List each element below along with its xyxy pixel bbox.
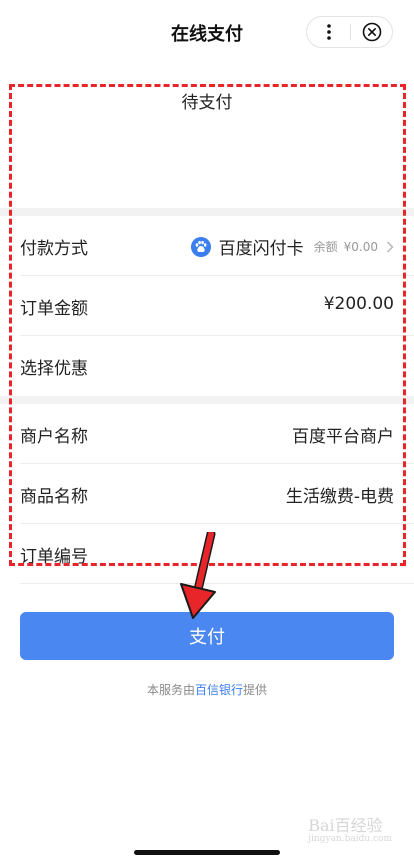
service-note-prefix: 本服务由 bbox=[146, 683, 195, 697]
payment-status-panel: 待支付 bbox=[0, 64, 414, 208]
top-bar: 在线支付 bbox=[0, 0, 414, 64]
baidu-paw-icon bbox=[190, 236, 211, 257]
payment-method-name: 百度闪付卡 bbox=[218, 239, 304, 259]
balance-label: 余额 bbox=[313, 240, 338, 254]
home-indicator[interactable] bbox=[134, 850, 280, 855]
select-discount-label: 选择优惠 bbox=[20, 359, 88, 379]
payment-method-row[interactable]: 付款方式 百度闪付卡 余额 ¥0.00 bbox=[0, 216, 414, 276]
product-name-value: 生活缴费-电费 bbox=[285, 487, 394, 507]
merchant-name-label: 商户名称 bbox=[20, 427, 88, 447]
mini-app-capsule bbox=[306, 16, 393, 48]
merchant-name-row: 商户名称 百度平台商户 bbox=[0, 404, 414, 464]
service-note-suffix: 提供 bbox=[243, 683, 268, 697]
payment-method-selector[interactable]: 百度闪付卡 余额 ¥0.00 bbox=[190, 234, 394, 259]
service-provider-note: 本服务由百信银行提供 bbox=[0, 681, 414, 698]
balance-value: ¥0.00 bbox=[343, 239, 378, 254]
section-separator bbox=[0, 208, 414, 216]
more-vertical-icon[interactable] bbox=[307, 17, 350, 47]
order-number-label: 订单编号 bbox=[20, 547, 88, 567]
product-name-row: 商品名称 生活缴费-电费 bbox=[0, 464, 414, 524]
close-circle-icon[interactable] bbox=[351, 17, 393, 47]
payment-status: 待支付 bbox=[181, 93, 233, 113]
product-name-label: 商品名称 bbox=[20, 487, 88, 507]
baidu-jingyan-watermark: Bai百经验 jingyan.baidu.com bbox=[308, 812, 392, 844]
pay-button[interactable]: 支付 bbox=[20, 612, 394, 660]
order-amount-label: 订单金额 bbox=[20, 299, 88, 319]
row-divider bbox=[20, 583, 414, 584]
select-discount-row[interactable]: 选择优惠 bbox=[0, 336, 414, 396]
merchant-name-value: 百度平台商户 bbox=[292, 427, 394, 447]
order-amount-row: 订单金额 ¥200.00 bbox=[0, 276, 414, 336]
chevron-right-icon bbox=[387, 241, 394, 252]
watermark-text: Bai百经验 bbox=[308, 816, 383, 835]
bank-link[interactable]: 百信银行 bbox=[195, 683, 243, 697]
watermark-sub: jingyan.baidu.com bbox=[308, 834, 392, 844]
section-separator bbox=[0, 396, 414, 404]
order-number-row: 订单编号 bbox=[0, 524, 414, 584]
order-amount-value: ¥200.00 bbox=[323, 294, 394, 314]
payment-method-label: 付款方式 bbox=[20, 239, 88, 259]
